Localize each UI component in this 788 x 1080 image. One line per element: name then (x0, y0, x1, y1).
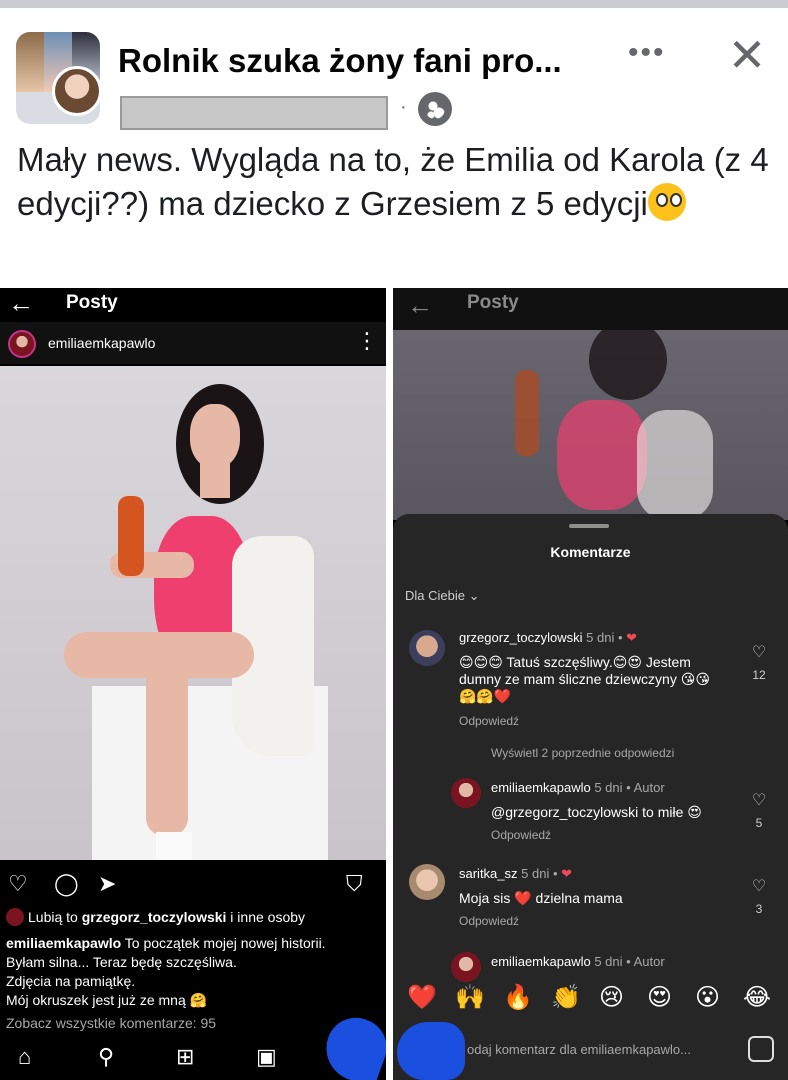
comment-like-count: 5 (755, 816, 763, 830)
post-header: Rolnik szuka żony fani pro... · ••• ✕ (0, 8, 788, 130)
share-icon[interactable]: ➤ (98, 872, 116, 896)
likes-prefix: Lubią to (28, 909, 82, 925)
post-photo-dimmed (393, 330, 788, 520)
likes-user[interactable]: grzegorz_toczylowski (82, 909, 227, 925)
comment-like-icon[interactable]: ♡ (747, 642, 771, 662)
more-options-icon[interactable]: ••• (628, 38, 672, 68)
top-divider (0, 0, 788, 8)
comments-sheet: Komentarze Dla Ciebie ⌄ grzegorz_toczylo… (393, 514, 788, 1080)
likes-line[interactable]: Lubią to grzegorz_toczylowski i inne oso… (6, 908, 305, 926)
comment-username[interactable]: grzegorz_toczylowski 5 dni • ❤ (459, 630, 637, 646)
comment-like-icon[interactable]: ♡ (747, 876, 771, 896)
commenter-avatar[interactable] (451, 778, 481, 808)
like-heart-icon[interactable]: ♡ (8, 872, 28, 896)
view-previous-replies[interactable]: Wyświetl 2 poprzednie odpowiedzi (491, 746, 674, 760)
post-caption: emiliaemkapawlo To początek mojej nowej … (6, 934, 382, 1010)
reaction-emoji[interactable]: 😮 (695, 984, 720, 1012)
separator-dot: · (400, 96, 407, 118)
caption-username[interactable]: emiliaemkapawlo (6, 935, 121, 951)
comment-text: Moja sis ❤️ dzielna mama (459, 890, 623, 906)
comment-like-icon[interactable]: ♡ (747, 790, 771, 810)
add-comment-input[interactable]: odaj komentarz dla emiliaemkapawlo... (467, 1042, 691, 1057)
reels-icon[interactable]: ▣ (256, 1044, 277, 1070)
author-name-redacted (120, 96, 388, 130)
caption-line-4: Mój okruszek jest już ze mną 🤗 (6, 992, 208, 1008)
ig-header-title: Posty (467, 292, 519, 313)
comment-username[interactable]: saritka_sz 5 dni • ❤ (459, 866, 572, 882)
liker-avatar (6, 908, 24, 926)
ig-header-title: Posty (66, 292, 118, 313)
instagram-post-screenshot: ← Posty emiliaemkapawlo ⋮ ♡ ◯ ➤ ⛉ Lubią … (0, 288, 386, 1080)
ig-topbar: ← Posty (0, 288, 386, 322)
reaction-emoji[interactable]: 😍 (647, 984, 672, 1012)
reaction-emoji[interactable]: 🙌 (455, 984, 485, 1012)
reaction-emoji[interactable]: 😂 (743, 984, 771, 1012)
likes-suffix: i inne osoby (226, 909, 306, 925)
caption-line-2: Byłam silna... Teraz będę szczęśliwa. (6, 954, 237, 970)
close-icon[interactable]: ✕ (724, 32, 770, 78)
post-photo (0, 366, 386, 860)
comment-icon[interactable]: ◯ (54, 872, 79, 896)
sticker-icon[interactable] (748, 1036, 774, 1062)
back-arrow-icon[interactable]: ← (8, 288, 34, 318)
reply-button[interactable]: Odpowiedź (491, 828, 551, 842)
caption-line-1: To początek mojej nowej historii. (121, 935, 326, 951)
post-body: Mały news. Wygląda na to, że Emilia od K… (17, 138, 777, 226)
ig-topbar-dimmed: ← Posty (393, 288, 788, 330)
ig-avatar[interactable] (8, 330, 36, 358)
commenter-avatar[interactable] (451, 952, 481, 982)
kebab-menu-icon[interactable]: ⋮ (356, 328, 378, 354)
reaction-emoji[interactable]: 👏 (551, 984, 581, 1012)
reaction-emoji[interactable]: ❤️ (407, 984, 437, 1012)
quick-reaction-bar: ❤️ 🙌 🔥 👏 😢 😍 😮 😂 (393, 980, 788, 1020)
bookmark-icon[interactable]: ⛉ (346, 872, 363, 896)
comment-text: 😊😊😊 Tatuś szczęśliwy.😊😍 Jestem dumny ze … (459, 654, 710, 704)
commenter-avatar[interactable] (409, 864, 445, 900)
drag-handle[interactable] (569, 524, 609, 528)
comment-text: @grzegorz_toczylowski to miłe 😍 (491, 804, 702, 820)
group-title[interactable]: Rolnik szuka żony fani pro... (118, 42, 562, 80)
audience-icon (418, 92, 452, 126)
comments-title: Komentarze (550, 544, 631, 560)
comment-username[interactable]: emiliaemkapawlo 5 dni • Autor (491, 780, 665, 795)
view-all-comments-link[interactable]: Zobacz wszystkie komentarze: 95 (6, 1015, 216, 1031)
reply-button[interactable]: Odpowiedź (459, 714, 519, 728)
comment-like-count: 12 (752, 668, 766, 682)
post-actions: ♡ ◯ ➤ ⛉ (0, 862, 386, 906)
commenter-avatar[interactable] (409, 630, 445, 666)
flushed-face-emoji (647, 183, 686, 221)
ig-username[interactable]: emiliaemkapawlo (48, 335, 155, 351)
caption-line-3: Zdjęcia na pamiątkę. (6, 973, 136, 989)
ig-userbar: emiliaemkapawlo ⋮ (0, 322, 386, 364)
sort-dropdown[interactable]: Dla Ciebie ⌄ (405, 588, 479, 604)
search-icon[interactable]: ⚲ (98, 1044, 114, 1070)
home-icon[interactable]: ⌂ (18, 1044, 31, 1070)
author-avatar[interactable] (52, 66, 102, 116)
instagram-comments-screenshot: ← Posty Komentarze Dla Ciebie ⌄ grzegorz… (393, 288, 788, 1080)
reaction-emoji[interactable]: 🔥 (503, 984, 533, 1012)
reaction-emoji[interactable]: 😢 (599, 984, 624, 1012)
reply-button[interactable]: Odpowiedź (459, 914, 519, 928)
new-post-icon[interactable]: ⊞ (176, 1044, 194, 1070)
blue-scribble (397, 1022, 465, 1080)
comment-username[interactable]: emiliaemkapawlo 5 dni • Autor (491, 954, 665, 969)
back-arrow-icon[interactable]: ← (407, 290, 433, 320)
comment-like-count: 3 (755, 902, 763, 916)
